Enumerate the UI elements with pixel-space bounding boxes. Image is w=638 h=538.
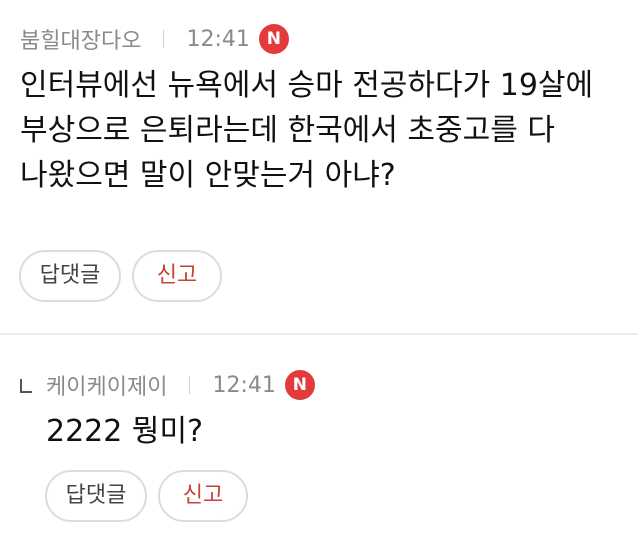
- comment-author[interactable]: 붐힐대장다오: [20, 23, 141, 55]
- comment-time: 12:41: [212, 372, 276, 398]
- reply-arrow-icon: [20, 379, 32, 393]
- new-badge: N: [258, 24, 289, 54]
- comment-item: 붐힐대장다오 12:41 N 인터뷰에선 뉴욕에서 승마 전공하다가 19살에 …: [0, 0, 638, 334]
- meta-separator: [163, 30, 165, 48]
- report-button[interactable]: 신고: [158, 470, 248, 522]
- reply-button[interactable]: 답댓글: [19, 250, 121, 302]
- new-badge: N: [284, 370, 315, 400]
- comment-text: 인터뷰에선 뉴욕에서 승마 전공하다가 19살에 부상으로 은퇴라는데 한국에서…: [20, 68, 594, 193]
- report-button[interactable]: 신고: [132, 250, 222, 302]
- reply-comment-item: 케이케이제이 12:41 N 2222 뭥미? 답댓글 신고: [0, 335, 638, 538]
- comment-author[interactable]: 케이케이제이: [46, 369, 167, 401]
- comment-text: 2222 뭥미?: [46, 414, 204, 449]
- comment-meta: 붐힐대장다오 12:41 N: [20, 24, 289, 54]
- comment-time: 12:41: [186, 26, 250, 52]
- comment-meta: 케이케이제이 12:41 N: [20, 370, 315, 400]
- reply-button[interactable]: 답댓글: [45, 470, 147, 522]
- meta-separator: [189, 376, 191, 394]
